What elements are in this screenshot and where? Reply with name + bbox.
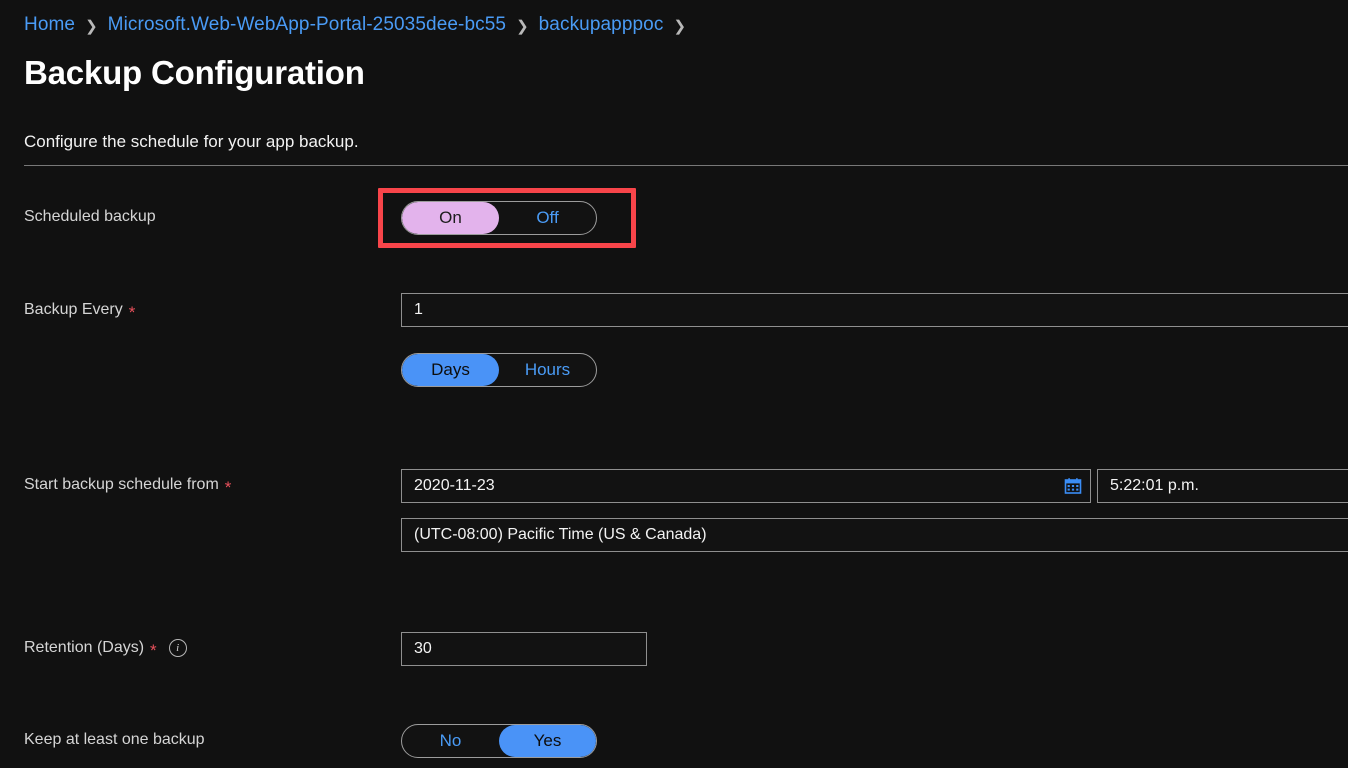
scheduled-backup-option-on[interactable]: On	[402, 202, 499, 234]
breadcrumb-item-home[interactable]: Home	[24, 14, 75, 36]
start-schedule-label-text: Start backup schedule from	[24, 476, 219, 494]
breadcrumb-item-app[interactable]: backupapppoc	[539, 14, 664, 36]
start-schedule-label: Start backup schedule from *	[24, 476, 231, 494]
retention-label: Retention (Days) * i	[24, 639, 187, 657]
backup-every-required-marker: *	[129, 304, 136, 321]
backup-every-input[interactable]	[401, 293, 1348, 327]
breadcrumb-separator-icon: ❯	[673, 19, 686, 34]
calendar-icon[interactable]	[1063, 476, 1083, 496]
start-time-input[interactable]	[1097, 469, 1348, 503]
retention-label-text: Retention (Days)	[24, 639, 144, 657]
backup-every-label-text: Backup Every	[24, 301, 123, 319]
keep-one-backup-toggle[interactable]: No Yes	[401, 724, 597, 758]
breadcrumb-item-resource-group[interactable]: Microsoft.Web-WebApp-Portal-25035dee-bc5…	[108, 14, 506, 36]
scheduled-backup-label: Scheduled backup	[24, 208, 156, 226]
scheduled-backup-toggle[interactable]: On Off	[401, 201, 597, 235]
header-divider	[24, 165, 1348, 166]
backup-every-unit-toggle[interactable]: Days Hours	[401, 353, 597, 387]
keep-one-backup-label-text: Keep at least one backup	[24, 731, 205, 749]
info-icon[interactable]: i	[169, 639, 187, 657]
start-date-field[interactable]	[401, 469, 1091, 503]
page-subtitle: Configure the schedule for your app back…	[24, 132, 359, 152]
backup-every-option-days[interactable]: Days	[402, 354, 499, 386]
breadcrumb-separator-icon: ❯	[516, 19, 529, 34]
keep-one-backup-option-no[interactable]: No	[402, 725, 499, 757]
breadcrumb-separator-icon: ❯	[85, 19, 98, 34]
timezone-select[interactable]	[401, 518, 1348, 552]
scheduled-backup-label-text: Scheduled backup	[24, 208, 156, 226]
retention-required-marker: *	[150, 642, 157, 659]
retention-input[interactable]	[401, 632, 647, 666]
scheduled-backup-option-off[interactable]: Off	[499, 202, 596, 234]
keep-one-backup-option-yes[interactable]: Yes	[499, 725, 596, 757]
backup-every-label: Backup Every *	[24, 301, 135, 319]
backup-every-option-hours[interactable]: Hours	[499, 354, 596, 386]
page-title: Backup Configuration	[24, 54, 365, 92]
start-schedule-required-marker: *	[225, 479, 232, 496]
backup-configuration-page: Home ❯ Microsoft.Web-WebApp-Portal-25035…	[0, 0, 1348, 768]
breadcrumb: Home ❯ Microsoft.Web-WebApp-Portal-25035…	[24, 14, 696, 36]
start-date-input[interactable]	[401, 469, 1091, 503]
keep-one-backup-label: Keep at least one backup	[24, 731, 205, 749]
